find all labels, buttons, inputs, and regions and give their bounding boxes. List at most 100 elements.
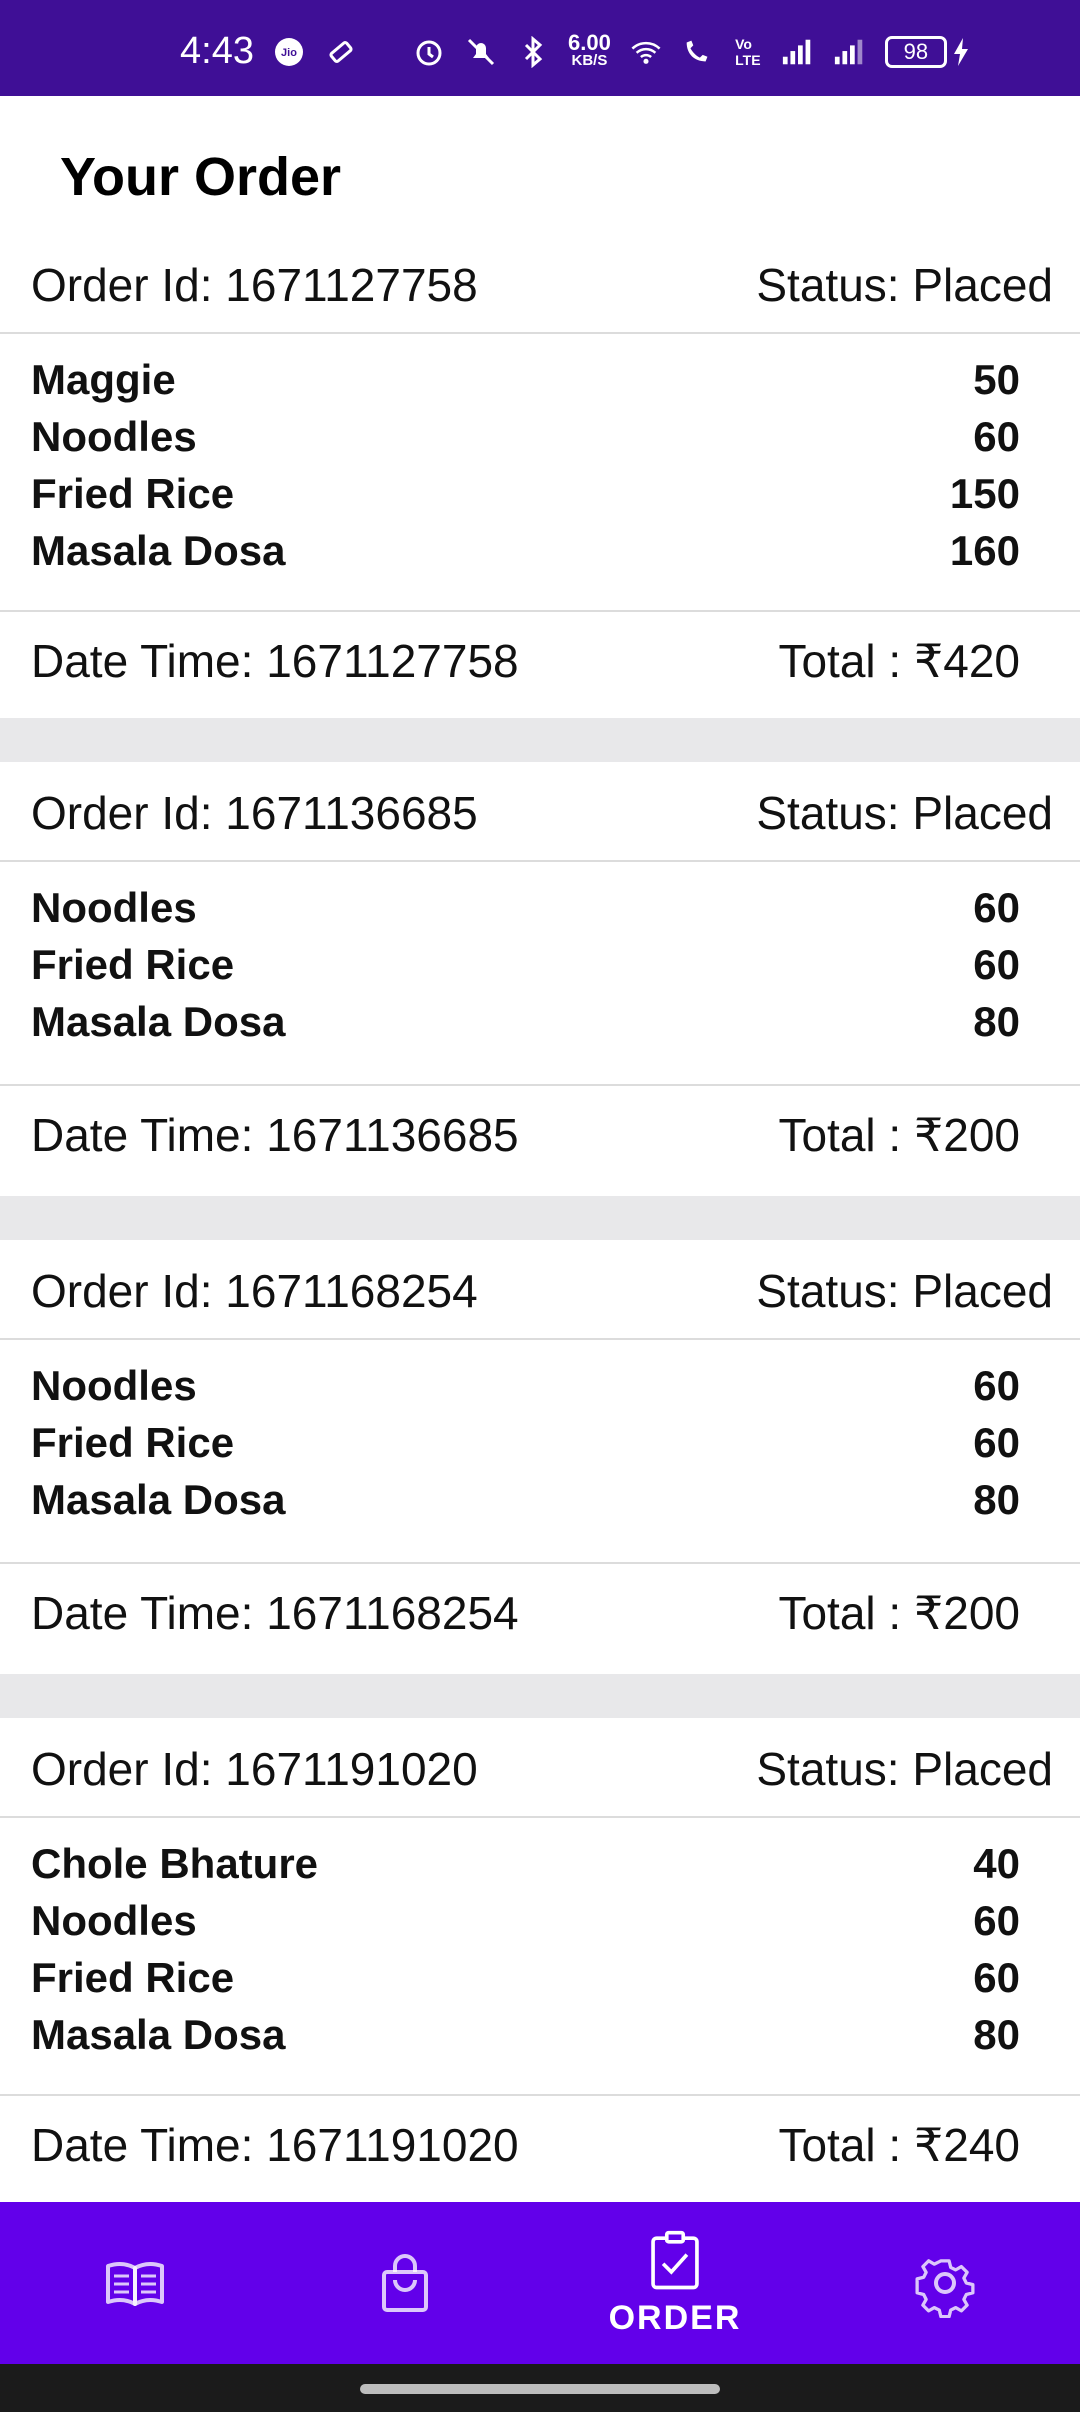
order-datetime: Date Time: 1671127758 [31, 635, 519, 687]
order-status: Status: Placed [756, 787, 1053, 839]
item-name: Fried Rice [31, 941, 235, 988]
item-name: Masala Dosa [31, 998, 286, 1045]
order-item-row: Masala Dosa 80 [0, 1476, 1080, 1533]
order-status: Status: Placed [756, 1743, 1053, 1795]
order-card: Order Id: 1671191020 Status: Placed Chol… [0, 1718, 1080, 2202]
signal-2-icon [833, 35, 867, 69]
order-items: Noodles 60 Fried Rice 60 Masala Dosa 80 [0, 1340, 1080, 1564]
volte-icon: Vo LTE [735, 36, 761, 68]
order-items: Chole Bhature 40 Noodles 60 Fried Rice 6… [0, 1818, 1080, 2096]
order-header: Order Id: 1671191020 Status: Placed [0, 1718, 1080, 1818]
shopping-bag-icon [382, 2254, 428, 2312]
order-item-row: Noodles 60 [0, 413, 1080, 470]
system-gesture-bar [0, 2364, 1080, 2412]
nav-menu[interactable] [0, 2202, 270, 2364]
item-price: 60 [973, 1362, 1020, 1409]
battery-indicator: 98 [884, 36, 971, 68]
order-separator [0, 1196, 1080, 1240]
order-clipboard-icon [651, 2230, 699, 2289]
item-name: Noodles [31, 1362, 197, 1409]
item-price: 50 [973, 356, 1020, 403]
alarm-icon [412, 35, 446, 69]
order-footer: Date Time: 1671127758 Total : ₹420 [0, 612, 1080, 712]
order-header: Order Id: 1671168254 Status: Placed [0, 1240, 1080, 1340]
item-name: Noodles [31, 1897, 197, 1944]
item-name: Maggie [31, 356, 176, 403]
wifi-icon [629, 35, 663, 69]
svg-text:Jio: Jio [281, 47, 297, 59]
order-separator [0, 1674, 1080, 1718]
item-name: Fried Rice [31, 470, 235, 517]
order-footer: Date Time: 1671191020 Total : ₹240 [0, 2096, 1080, 2196]
order-item-row: Maggie 50 [0, 356, 1080, 413]
network-speed-unit: KB/S [571, 52, 608, 69]
order-item-row: Noodles 60 [0, 1897, 1080, 1954]
orders-list[interactable]: Order Id: 1671127758 Status: Placed Magg… [0, 96, 1080, 2202]
item-name: Masala Dosa [31, 527, 286, 574]
order-card: Order Id: 1671127758 Status: Placed Magg… [0, 234, 1080, 718]
order-header: Order Id: 1671127758 Status: Placed [0, 234, 1080, 334]
item-price: 60 [973, 1897, 1020, 1944]
bottom-navigation: ORDER [0, 2202, 1080, 2364]
item-name: Noodles [31, 413, 197, 460]
mute-icon [464, 35, 498, 69]
order-datetime: Date Time: 1671191020 [31, 2119, 519, 2171]
order-item-row: Noodles 60 [0, 884, 1080, 941]
menu-book-icon [106, 2261, 164, 2306]
item-price: 60 [973, 1419, 1020, 1466]
order-datetime: Date Time: 1671136685 [31, 1109, 519, 1161]
order-item-row: Masala Dosa 80 [0, 2011, 1080, 2068]
order-item-row: Fried Rice 60 [0, 1419, 1080, 1476]
order-item-row: Fried Rice 60 [0, 1954, 1080, 2011]
item-price: 60 [973, 1954, 1020, 2001]
item-name: Chole Bhature [31, 1840, 319, 1887]
item-price: 80 [973, 2011, 1020, 2058]
item-price: 60 [973, 413, 1020, 460]
wifi-calling-icon [681, 35, 715, 69]
item-name: Masala Dosa [31, 2011, 286, 2058]
item-price: 60 [973, 884, 1020, 931]
item-price: 160 [949, 527, 1020, 574]
jio-icon: Jio [272, 35, 306, 69]
nav-settings[interactable] [810, 2202, 1080, 2364]
item-price: 40 [973, 1840, 1020, 1887]
gesture-handle[interactable] [360, 2384, 720, 2394]
nav-cart[interactable] [270, 2202, 540, 2364]
bluetooth-icon [516, 35, 550, 69]
order-item-row: Fried Rice 60 [0, 941, 1080, 998]
order-footer: Date Time: 1671168254 Total : ₹200 [0, 1564, 1080, 1664]
order-total: Total : ₹240 [778, 2119, 1020, 2171]
order-items: Noodles 60 Fried Rice 60 Masala Dosa 80 [0, 862, 1080, 1086]
nav-order-label: ORDER [608, 2298, 742, 2337]
order-item-row: Noodles 60 [0, 1362, 1080, 1419]
item-name: Fried Rice [31, 1419, 235, 1466]
item-price: 80 [973, 1476, 1020, 1523]
item-price: 80 [973, 998, 1020, 1045]
order-id: Order Id: 1671127758 [31, 259, 478, 311]
ticket-icon [324, 35, 358, 69]
network-speed: 6.00 KB/S [568, 30, 611, 70]
order-total: Total : ₹200 [778, 1109, 1020, 1161]
order-header: Order Id: 1671136685 Status: Placed [0, 762, 1080, 862]
order-item-row: Masala Dosa 80 [0, 998, 1080, 1055]
status-icons: Jio 6.00 KB/S Vo LTE 98 [272, 30, 971, 70]
nav-order[interactable]: ORDER [540, 2202, 810, 2364]
order-total: Total : ₹200 [778, 1587, 1020, 1639]
item-price: 150 [949, 470, 1020, 517]
order-datetime: Date Time: 1671168254 [31, 1587, 519, 1639]
status-bar: 4:43 Jio 6.00 KB/S Vo LTE 98 [0, 0, 1080, 96]
order-item-row: Fried Rice 150 [0, 470, 1080, 527]
order-card: Order Id: 1671168254 Status: Placed Nood… [0, 1240, 1080, 1674]
order-status: Status: Placed [756, 1265, 1053, 1317]
signal-1-icon [781, 35, 815, 69]
charging-icon [953, 38, 968, 66]
item-name: Masala Dosa [31, 1476, 286, 1523]
order-id: Order Id: 1671136685 [31, 787, 478, 839]
order-items: Maggie 50 Noodles 60 Fried Rice 150 Masa… [0, 334, 1080, 612]
order-card: Order Id: 1671136685 Status: Placed Nood… [0, 762, 1080, 1196]
network-speed-value: 6.00 [568, 30, 611, 55]
order-id: Order Id: 1671168254 [31, 1265, 478, 1317]
order-id: Order Id: 1671191020 [31, 1743, 478, 1795]
order-footer: Date Time: 1671136685 Total : ₹200 [0, 1086, 1080, 1186]
order-total: Total : ₹420 [778, 635, 1020, 687]
